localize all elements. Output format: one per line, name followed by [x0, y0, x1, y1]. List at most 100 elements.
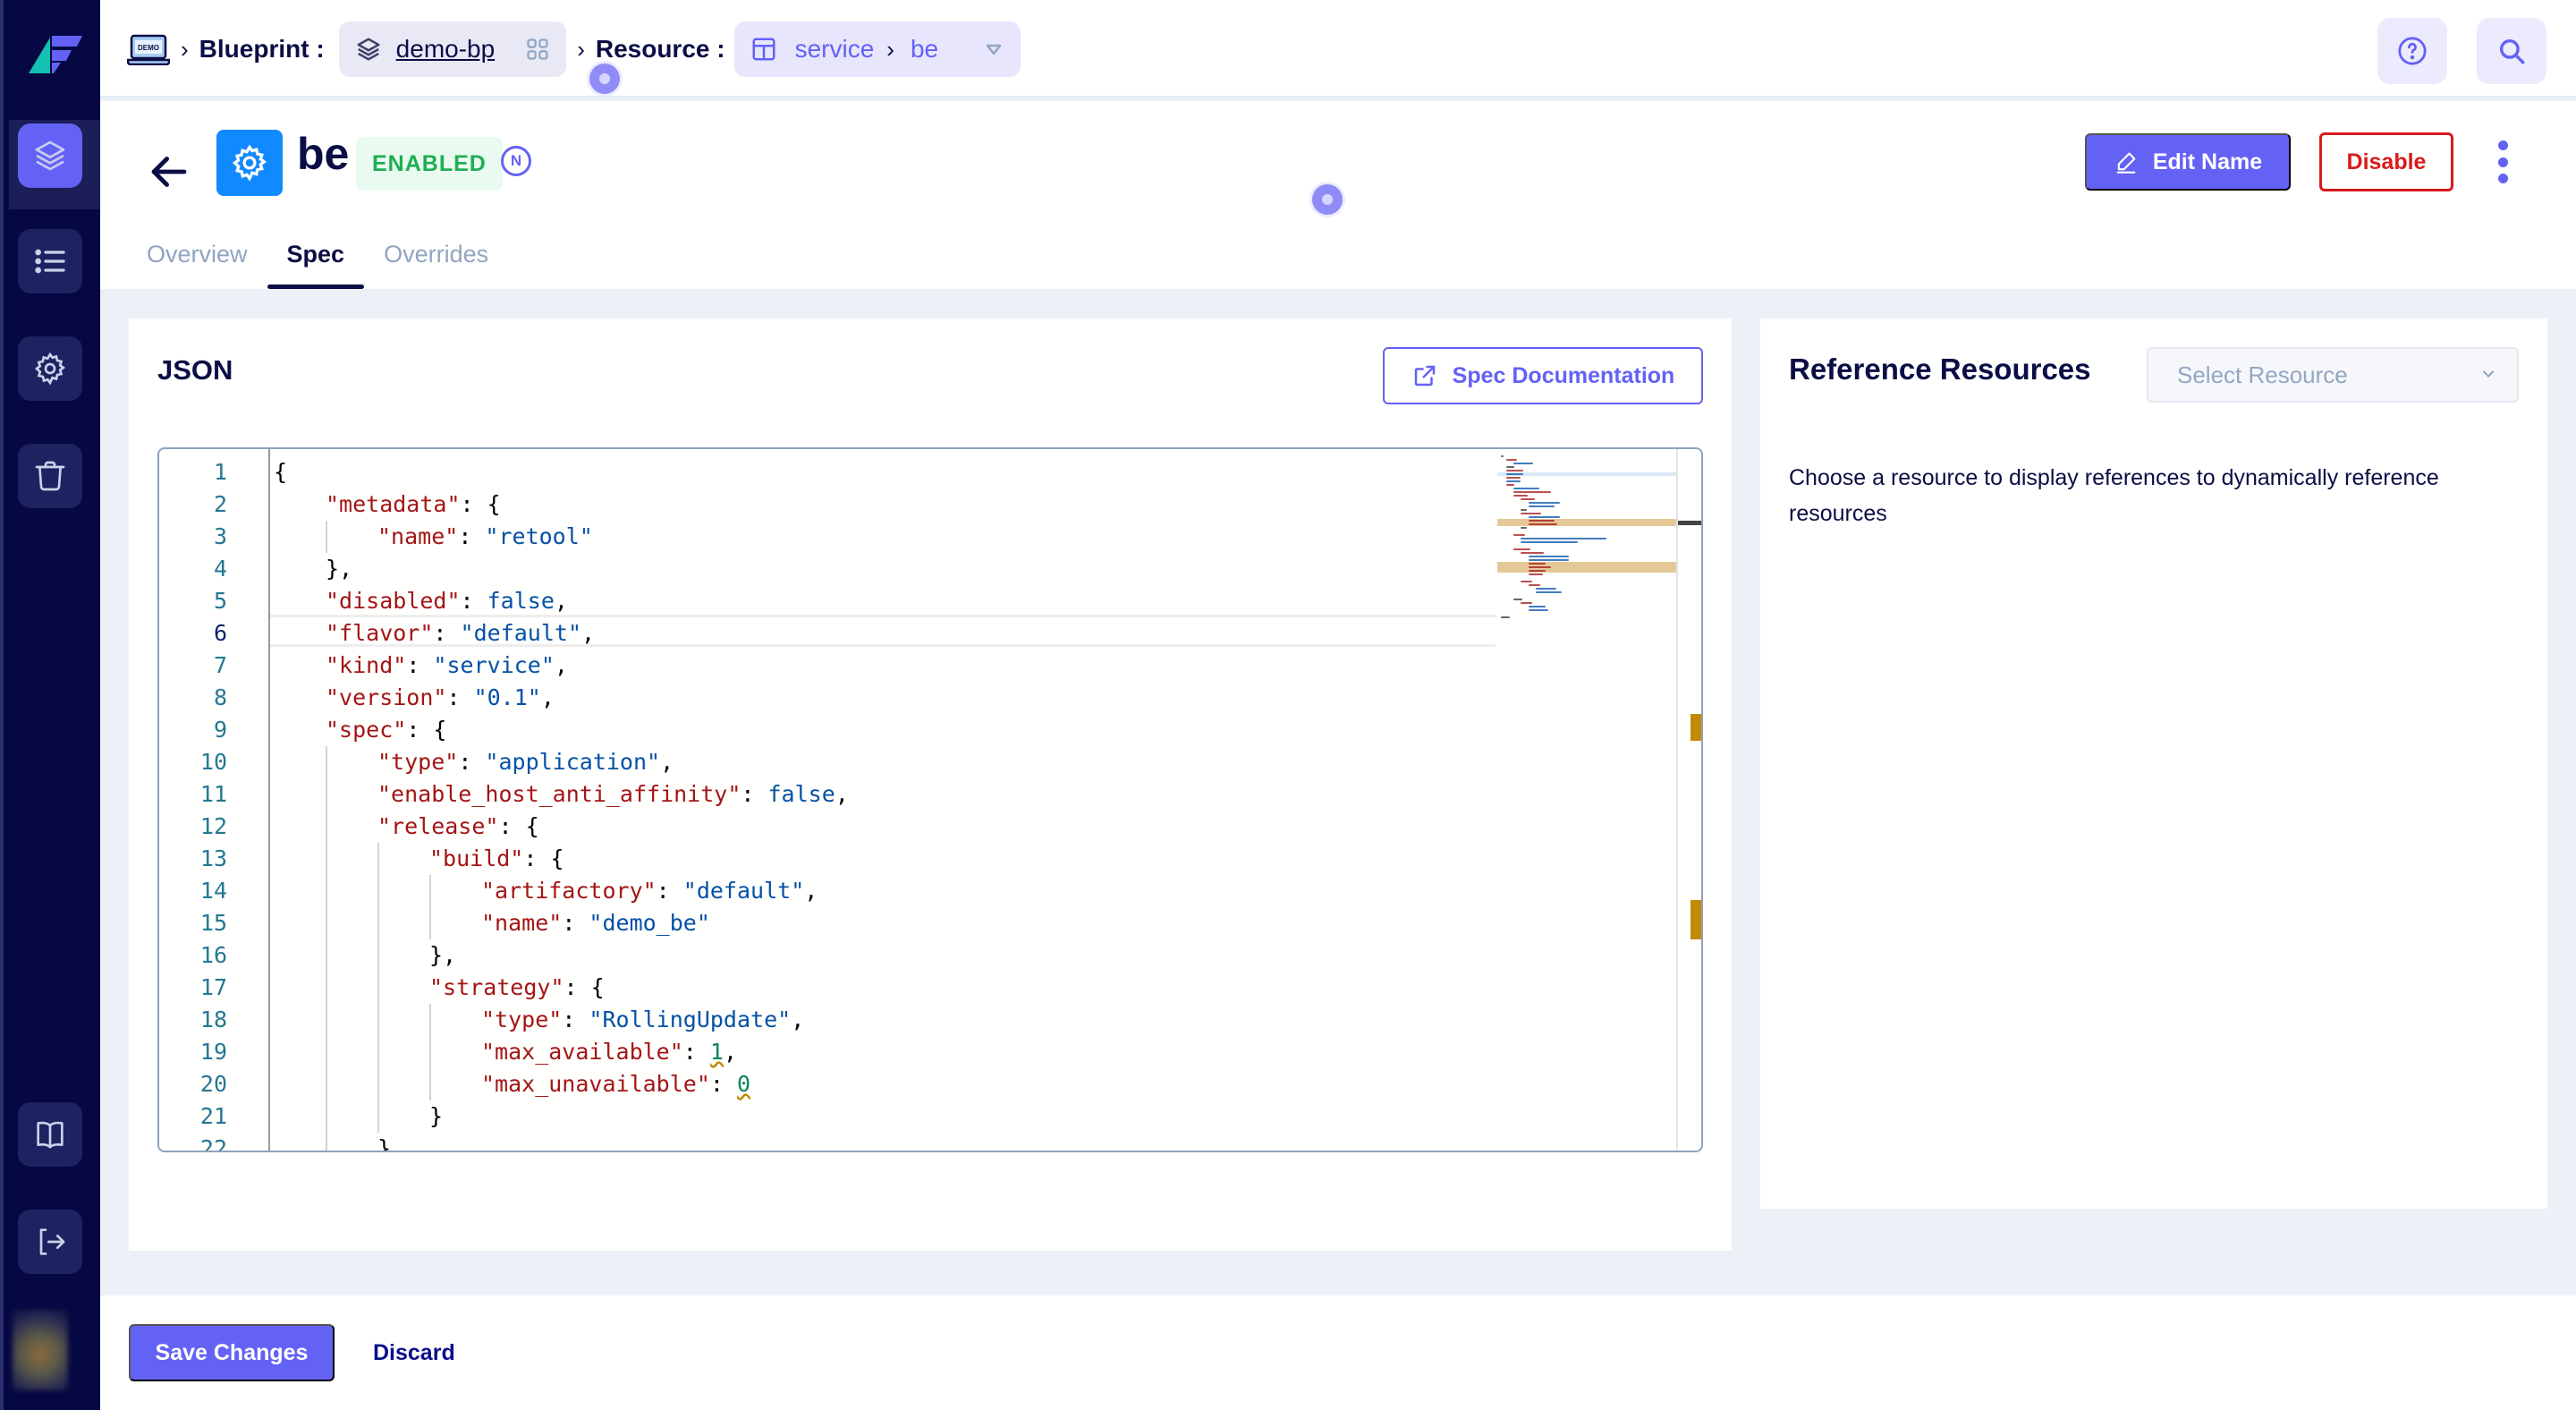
layers-icon: [357, 38, 380, 61]
disable-button[interactable]: Disable: [2319, 132, 2453, 191]
code-token-punct: {: [274, 459, 288, 485]
more-options-icon[interactable]: [2494, 140, 2512, 183]
code-token-num: 0: [736, 1071, 751, 1097]
code-token-str: "application": [485, 749, 661, 775]
select-resource-dropdown[interactable]: Select Resource: [2147, 347, 2519, 403]
line-number: 17: [199, 974, 227, 1000]
edit-name-label: Edit Name: [2152, 149, 2263, 174]
code-line: },: [377, 1133, 404, 1151]
discard-button[interactable]: Discard: [373, 1324, 455, 1381]
tab-spec[interactable]: Spec: [267, 226, 365, 289]
back-arrow-icon[interactable]: [143, 146, 195, 198]
line-number: 18: [199, 1007, 227, 1032]
scroll-position-indicator: [1678, 521, 1701, 525]
code-line: "max_unavailable": 0: [481, 1068, 750, 1100]
code-token-punct: ,: [723, 1039, 738, 1065]
code-token-punct: ,: [835, 781, 849, 807]
warning-marker: [1690, 900, 1701, 939]
line-number: 16: [199, 942, 227, 968]
sidebar-item-settings[interactable]: [18, 336, 82, 401]
resource-selector[interactable]: service › be: [733, 21, 1021, 77]
reference-resources-title: Reference Resources: [1789, 352, 2091, 386]
code-token-punct: ,: [581, 620, 596, 646]
code-line: "spec": {: [326, 714, 446, 746]
app-logo[interactable]: [27, 32, 84, 75]
blueprint-link[interactable]: demo-bp: [396, 35, 496, 64]
code-token-punct: ,: [791, 1007, 805, 1032]
minimap-line: [1513, 495, 1528, 497]
minimap-line: [1505, 459, 1518, 461]
chevron-down-icon: [2482, 370, 2495, 378]
spec-documentation-button[interactable]: Spec Documentation: [1383, 347, 1703, 404]
minimap-warning-band: [1497, 522, 1676, 526]
line-number: 3: [213, 523, 227, 549]
minimap-line: [1528, 502, 1560, 504]
warning-marker: [1690, 714, 1701, 741]
code-line: "build": {: [429, 843, 564, 875]
code-token-punct: :: [446, 684, 474, 710]
grid-icon[interactable]: [525, 37, 550, 62]
code-token-str: "default": [460, 620, 581, 646]
code-token-key: "enable_host_anti_affinity": [377, 781, 741, 807]
save-changes-button[interactable]: Save Changes: [129, 1324, 335, 1381]
line-number: 15: [199, 910, 227, 936]
line-number: 9: [213, 717, 227, 743]
indent-guide: [377, 843, 379, 1133]
drag-indicator: [589, 64, 620, 94]
code-token-key: "artifactory": [481, 878, 657, 904]
help-button[interactable]: [2377, 18, 2447, 84]
minimap-line: [1528, 516, 1560, 518]
minimap-line: [1505, 477, 1521, 479]
minimap-line: [1513, 534, 1525, 536]
edit-name-button[interactable]: Edit Name: [2085, 133, 2291, 191]
code-line: "enable_host_anti_affinity": false,: [377, 778, 849, 811]
code-token-punct: : {: [523, 845, 564, 871]
reference-resources-panel: Reference Resources Select Resource Choo…: [1760, 319, 2547, 1209]
book-icon: [37, 1121, 64, 1149]
code-token-str: "0.1": [473, 684, 541, 710]
minimap-line: [1528, 559, 1569, 561]
line-number: 22: [199, 1135, 227, 1152]
pencil-icon: [2116, 152, 2136, 174]
chevron-right-icon: ›: [181, 35, 189, 63]
tab-bar: Overview Spec Overrides: [127, 226, 508, 289]
tab-overview[interactable]: Overview: [127, 226, 267, 289]
code-token-punct: :: [709, 1071, 737, 1097]
user-avatar[interactable]: [13, 1310, 68, 1390]
code-token-key: "release": [377, 813, 499, 839]
code-token-key: "flavor": [326, 620, 434, 646]
code-token-punct: ,: [554, 588, 568, 614]
sidebar-item-trash[interactable]: [18, 444, 82, 508]
minimap-line: [1513, 463, 1534, 464]
tab-overrides[interactable]: Overrides: [364, 226, 508, 289]
code-line: "type": "RollingUpdate",: [481, 1004, 804, 1036]
code-area[interactable]: {"metadata": {"name": "retool"}, "disable…: [268, 449, 1701, 1151]
search-button[interactable]: [2477, 18, 2546, 84]
resource-type: service: [794, 35, 875, 63]
code-line: "name": "demo_be": [481, 907, 710, 939]
minimap-line: [1521, 498, 1536, 500]
demo-laptop-icon[interactable]: DEMO: [127, 33, 170, 65]
minimap-line: [1528, 606, 1546, 607]
minimap-line: [1521, 552, 1544, 554]
sidebar-item-logout[interactable]: [18, 1210, 82, 1274]
drag-indicator: [1312, 184, 1343, 215]
code-token-punct: :: [682, 1039, 710, 1065]
code-token-key: "strategy": [429, 974, 564, 1000]
code-line: "release": {: [377, 811, 539, 843]
code-token-key: "metadata": [326, 491, 461, 517]
editor-scrollbar[interactable]: [1676, 449, 1701, 1151]
layout-icon: [752, 38, 775, 61]
minimap-line: [1528, 573, 1543, 575]
sidebar-item-docs[interactable]: [18, 1102, 82, 1167]
sidebar-item-blueprints[interactable]: [18, 123, 82, 188]
line-number: 8: [213, 684, 227, 710]
code-token-punct: :: [562, 910, 589, 936]
editor-minimap[interactable]: [1497, 449, 1676, 619]
code-token-punct: ,: [540, 684, 555, 710]
minimap-line: [1528, 523, 1557, 525]
external-link-icon: [1414, 365, 1435, 386]
json-editor[interactable]: 1 2 3 4 5 6 7 8 9 10 11 12 13 14 15 16 17 18 19 20 21 22 {"me…: [157, 447, 1703, 1152]
sidebar-item-list[interactable]: [18, 229, 82, 293]
indent-guide: [326, 746, 327, 1151]
